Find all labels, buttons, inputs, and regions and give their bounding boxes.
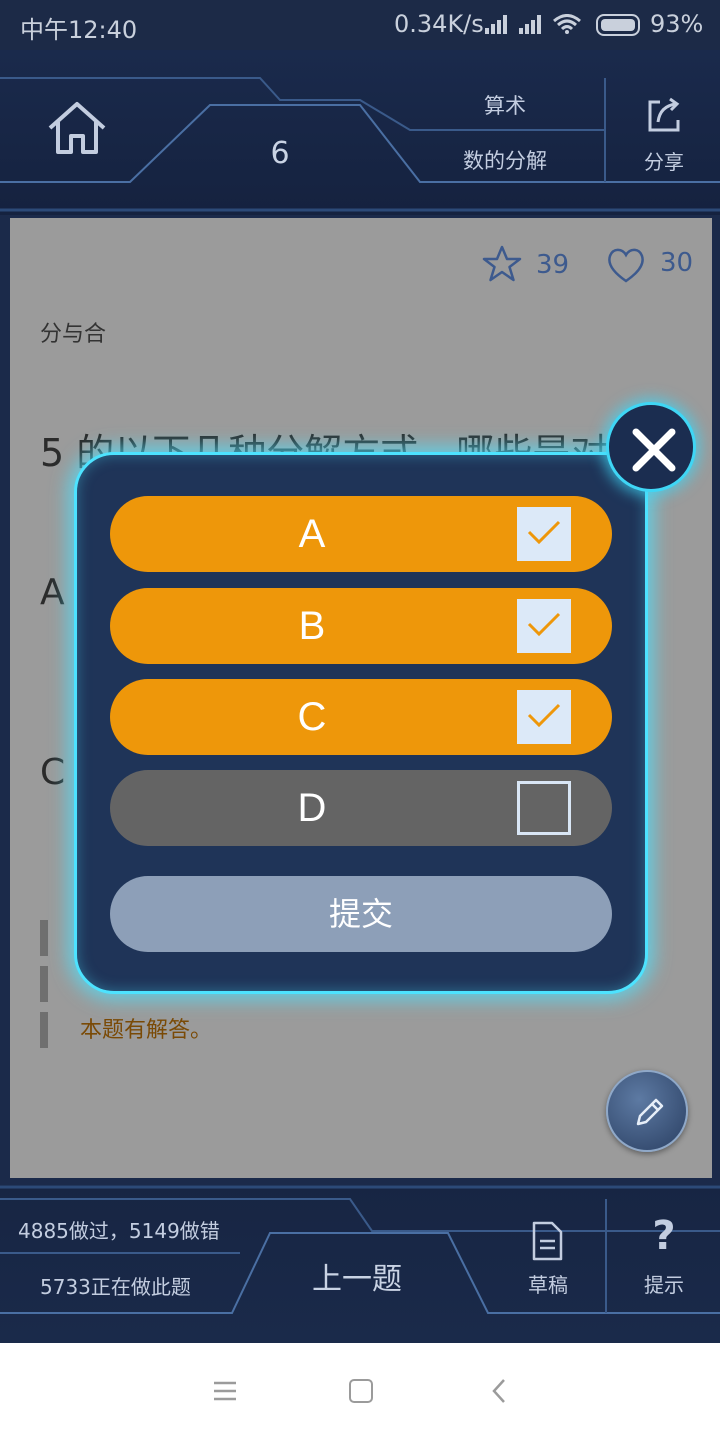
choice-c[interactable]: C [110, 679, 612, 755]
answer-marker [40, 966, 48, 1002]
question-number: 6 [270, 136, 290, 171]
option-c-letter: C [40, 752, 66, 793]
question-mark-icon: ? [652, 1213, 676, 1259]
battery-icon [596, 14, 640, 36]
checkmark-icon [527, 703, 561, 728]
bottom-bar: 4885做过，5149做错 5733正在做此题 上一题 草稿 ? 提示 [0, 1185, 720, 1343]
signal-icon [519, 15, 541, 34]
signal-icon [485, 15, 507, 34]
heart-icon[interactable] [606, 246, 646, 284]
choice-b[interactable]: B [110, 588, 612, 664]
share-icon [648, 97, 680, 132]
menu-icon[interactable] [212, 1379, 238, 1403]
hint-label: 提示 [644, 1273, 684, 1297]
system-nav-bar [0, 1343, 720, 1440]
category-label: 算术 [484, 94, 526, 118]
back-icon[interactable] [488, 1377, 512, 1405]
choice-d[interactable]: D [110, 770, 612, 846]
star-count: 39 [536, 250, 570, 280]
checkbox-checked[interactable] [517, 690, 571, 744]
pencil-icon [636, 1098, 664, 1126]
star-icon[interactable] [482, 244, 522, 284]
choice-label: B [298, 604, 326, 648]
share-label: 分享 [644, 150, 684, 174]
checkmark-icon [527, 612, 561, 637]
share-button[interactable]: 分享 [608, 90, 720, 185]
home-icon [48, 102, 106, 154]
answer-note: 本题有解答。 [80, 1018, 213, 1043]
wifi-icon [553, 14, 581, 34]
battery-percent: 93% [650, 10, 704, 38]
hint-button[interactable]: ? 提示 [608, 1213, 720, 1307]
close-icon [632, 428, 676, 472]
document-icon [532, 1221, 563, 1261]
previous-question-button[interactable]: 上一题 [262, 1245, 452, 1315]
option-a-letter: A [40, 572, 65, 613]
close-button[interactable] [606, 402, 696, 492]
topic-label: 分与合 [40, 322, 107, 347]
checkmark-icon [527, 520, 561, 545]
status-time: 中午12:40 [20, 16, 138, 44]
network-speed: 0.34K/s [394, 10, 484, 38]
choice-label: C [297, 695, 327, 739]
checkbox-checked[interactable] [517, 507, 571, 561]
choice-label: A [298, 512, 326, 556]
checkbox-unchecked[interactable] [517, 781, 571, 835]
submit-button[interactable]: 提交 [110, 876, 612, 952]
status-bar: 中午12:40 0.34K/s 93% [0, 0, 720, 50]
choice-label: D [297, 786, 327, 830]
subcategory-label: 数的分解 [463, 149, 547, 173]
draft-label: 草稿 [528, 1273, 568, 1297]
checkbox-checked[interactable] [517, 599, 571, 653]
answer-marker [40, 920, 48, 956]
draft-button[interactable]: 草稿 [492, 1217, 604, 1307]
active-users-stat: 5733正在做此题 [40, 1275, 191, 1299]
answer-marker [40, 1012, 48, 1048]
edit-button[interactable] [606, 1070, 688, 1152]
home-square-icon[interactable] [349, 1379, 373, 1403]
choice-a[interactable]: A [110, 496, 612, 572]
like-count: 30 [660, 248, 694, 278]
home-button[interactable] [44, 98, 110, 158]
top-header: 6 算术 数的分解 分享 [0, 50, 720, 215]
attempt-stats: 4885做过，5149做错 [18, 1219, 220, 1243]
